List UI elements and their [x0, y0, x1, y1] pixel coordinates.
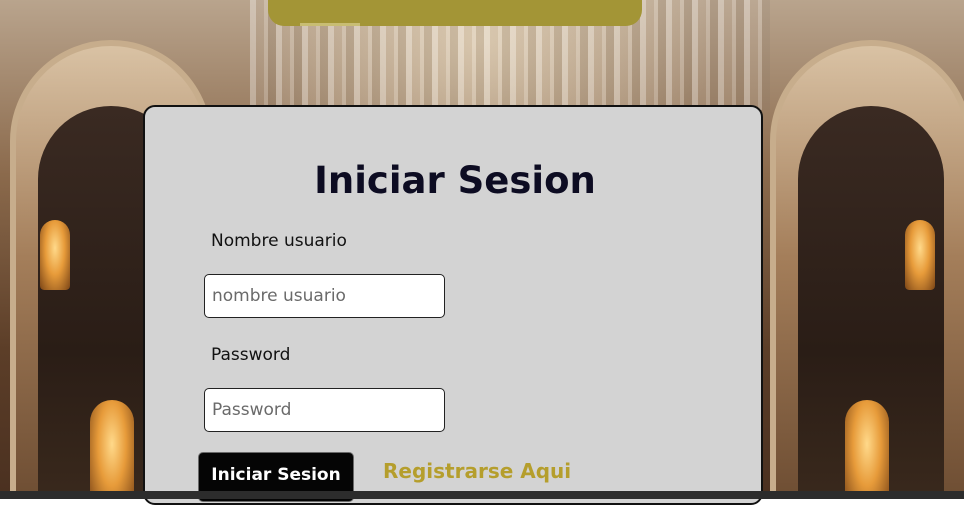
top-navigation-bar — [268, 0, 642, 26]
lamp-decoration — [845, 400, 889, 499]
password-input[interactable] — [204, 388, 445, 432]
lamp-decoration — [40, 220, 70, 290]
username-input[interactable] — [204, 274, 445, 318]
top-bar-highlight — [300, 23, 360, 26]
bottom-bar — [0, 491, 964, 499]
lamp-decoration — [905, 220, 935, 290]
lamp-decoration — [90, 400, 134, 499]
login-title: Iniciar Sesion — [314, 159, 596, 202]
password-label: Password — [211, 345, 291, 365]
username-label: Nombre usuario — [211, 231, 347, 251]
register-link[interactable]: Registrarse Aqui — [383, 459, 571, 483]
login-card: Iniciar Sesion Nombre usuario Password I… — [143, 105, 763, 505]
